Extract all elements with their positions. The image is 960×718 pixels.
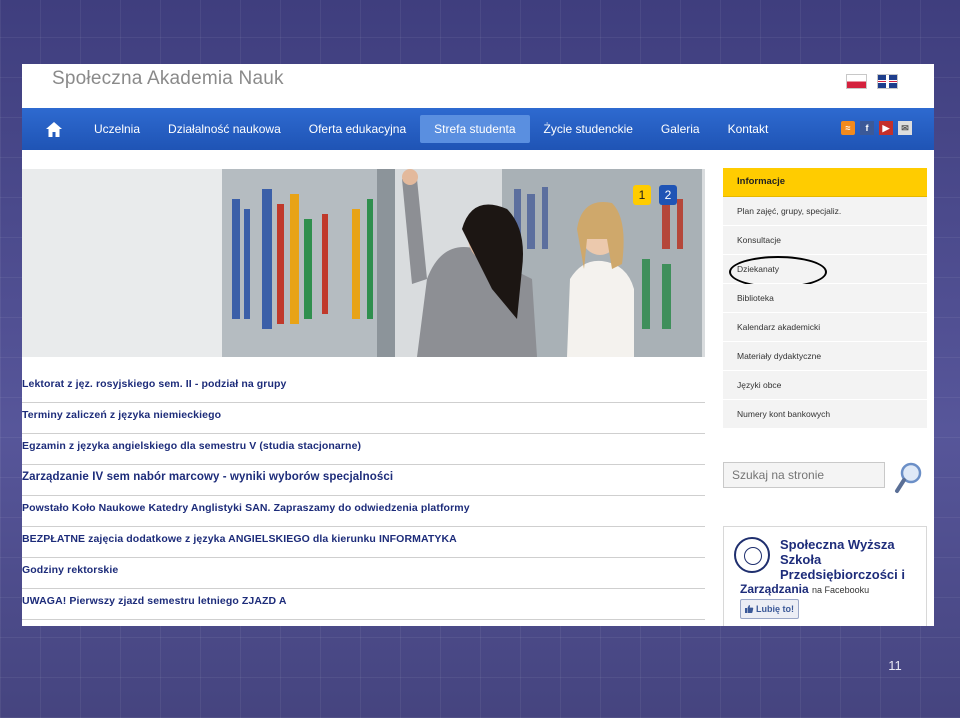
university-seal-icon (734, 537, 770, 573)
rss-icon[interactable]: ≈ (841, 121, 855, 135)
list-item: Powstało Koło Naukowe Katedry Anglistyki… (22, 496, 705, 527)
slider-dot-2[interactable]: 2 (659, 185, 677, 205)
main-navigation: Uczelnia Działalność naukowa Oferta eduk… (22, 108, 934, 150)
nav-kontakt[interactable]: Kontakt (714, 115, 783, 143)
sidebar-item-biblioteka[interactable]: Biblioteka (723, 284, 927, 313)
like-button[interactable]: Lubię to! (740, 599, 799, 619)
hero-slider[interactable]: 1 2 (22, 169, 705, 357)
facebook-icon[interactable]: f (860, 121, 874, 135)
sidebar-item-plan-zajec[interactable]: Plan zajęć, grupy, specjaliz. (723, 197, 927, 226)
list-item: BEZPŁATNE zajęcia dodatkowe z języka ANG… (22, 527, 705, 558)
facebook-widget: Społeczna Wyższa Szkoła Przedsiębiorczoś… (723, 526, 927, 626)
like-button-label: Lubię to! (756, 604, 794, 614)
slide-number: 11 (888, 658, 902, 673)
browser-screenshot: Społeczna Akademia Nauk Uczelnia Działal… (22, 64, 934, 626)
nav-galeria[interactable]: Galeria (647, 115, 714, 143)
site-logo[interactable]: Społeczna Akademia Nauk (52, 68, 284, 90)
news-link[interactable]: UWAGA! Pierwszy zjazd semestru letniego … (22, 589, 287, 607)
facebook-page-name-end[interactable]: Zarządzania (740, 582, 809, 596)
slider-dot-1[interactable]: 1 (633, 185, 651, 205)
news-link[interactable]: Powstało Koło Naukowe Katedry Anglistyki… (22, 496, 470, 514)
search-box (723, 462, 885, 488)
news-link[interactable]: Egzamin z języka angielskiego dla semest… (22, 434, 361, 452)
search-input[interactable] (730, 467, 884, 483)
mail-icon[interactable]: ✉ (898, 121, 912, 135)
facebook-page-name-line2: Zarządzania na Facebooku (740, 582, 869, 596)
news-link[interactable]: Lektorat z jęz. rosyjskiego sem. II - po… (22, 372, 286, 390)
search-icon[interactable] (894, 461, 924, 495)
sidebar-item-numery-kont[interactable]: Numery kont bankowych (723, 400, 927, 429)
list-item: Egzamin z języka angielskiego dla semest… (22, 434, 705, 465)
nav-strefa-studenta[interactable]: Strefa studenta (420, 115, 530, 143)
sidebar-item-konsultacje[interactable]: Konsultacje (723, 226, 927, 255)
news-link[interactable]: Terminy zaliczeń z języka niemieckiego (22, 403, 221, 421)
nav-dzialalnosc-naukowa[interactable]: Działalność naukowa (154, 115, 295, 143)
sidebar-item-jezyki-obce[interactable]: Języki obce (723, 371, 927, 400)
sidebar-item-dziekanaty[interactable]: Dziekanaty (723, 255, 927, 288)
sidebar-heading: Informacje (723, 168, 927, 197)
news-list: Lektorat z jęz. rosyjskiego sem. II - po… (22, 372, 705, 620)
hero-photo (22, 169, 705, 357)
language-switcher (846, 74, 898, 89)
list-item: Godziny rektorskie (22, 558, 705, 589)
social-links: ≈ f ▶ ✉ (841, 121, 912, 135)
facebook-suffix: na Facebooku (812, 585, 870, 595)
polish-flag-icon[interactable] (846, 74, 867, 89)
list-item: UWAGA! Pierwszy zjazd semestru letniego … (22, 589, 705, 620)
facebook-page-name[interactable]: Społeczna Wyższa Szkoła Przedsiębiorczoś… (780, 537, 920, 582)
thumbs-up-icon (745, 605, 754, 613)
news-link[interactable]: BEZPŁATNE zajęcia dodatkowe z języka ANG… (22, 527, 457, 545)
list-item: Terminy zaliczeń z języka niemieckiego (22, 403, 705, 434)
youtube-icon[interactable]: ▶ (879, 121, 893, 135)
list-item: Zarządzanie IV sem nabór marcowy - wynik… (22, 465, 705, 496)
slider-pagination: 1 2 (633, 185, 677, 205)
nav-uczelnia[interactable]: Uczelnia (80, 115, 154, 143)
sidebar-item-materialy[interactable]: Materiały dydaktyczne (723, 342, 927, 371)
news-link[interactable]: Zarządzanie IV sem nabór marcowy - wynik… (22, 465, 393, 483)
news-link[interactable]: Godziny rektorskie (22, 558, 118, 576)
sidebar-item-kalendarz[interactable]: Kalendarz akademicki (723, 313, 927, 342)
nav-zycie-studenckie[interactable]: Życie studenckie (530, 115, 647, 143)
nav-oferta-edukacyjna[interactable]: Oferta edukacyjna (295, 115, 420, 143)
english-flag-icon[interactable] (877, 74, 898, 89)
sidebar-menu: Informacje Plan zajęć, grupy, specjaliz.… (723, 168, 927, 429)
list-item: Lektorat z jęz. rosyjskiego sem. II - po… (22, 372, 705, 403)
home-icon[interactable] (28, 108, 80, 150)
